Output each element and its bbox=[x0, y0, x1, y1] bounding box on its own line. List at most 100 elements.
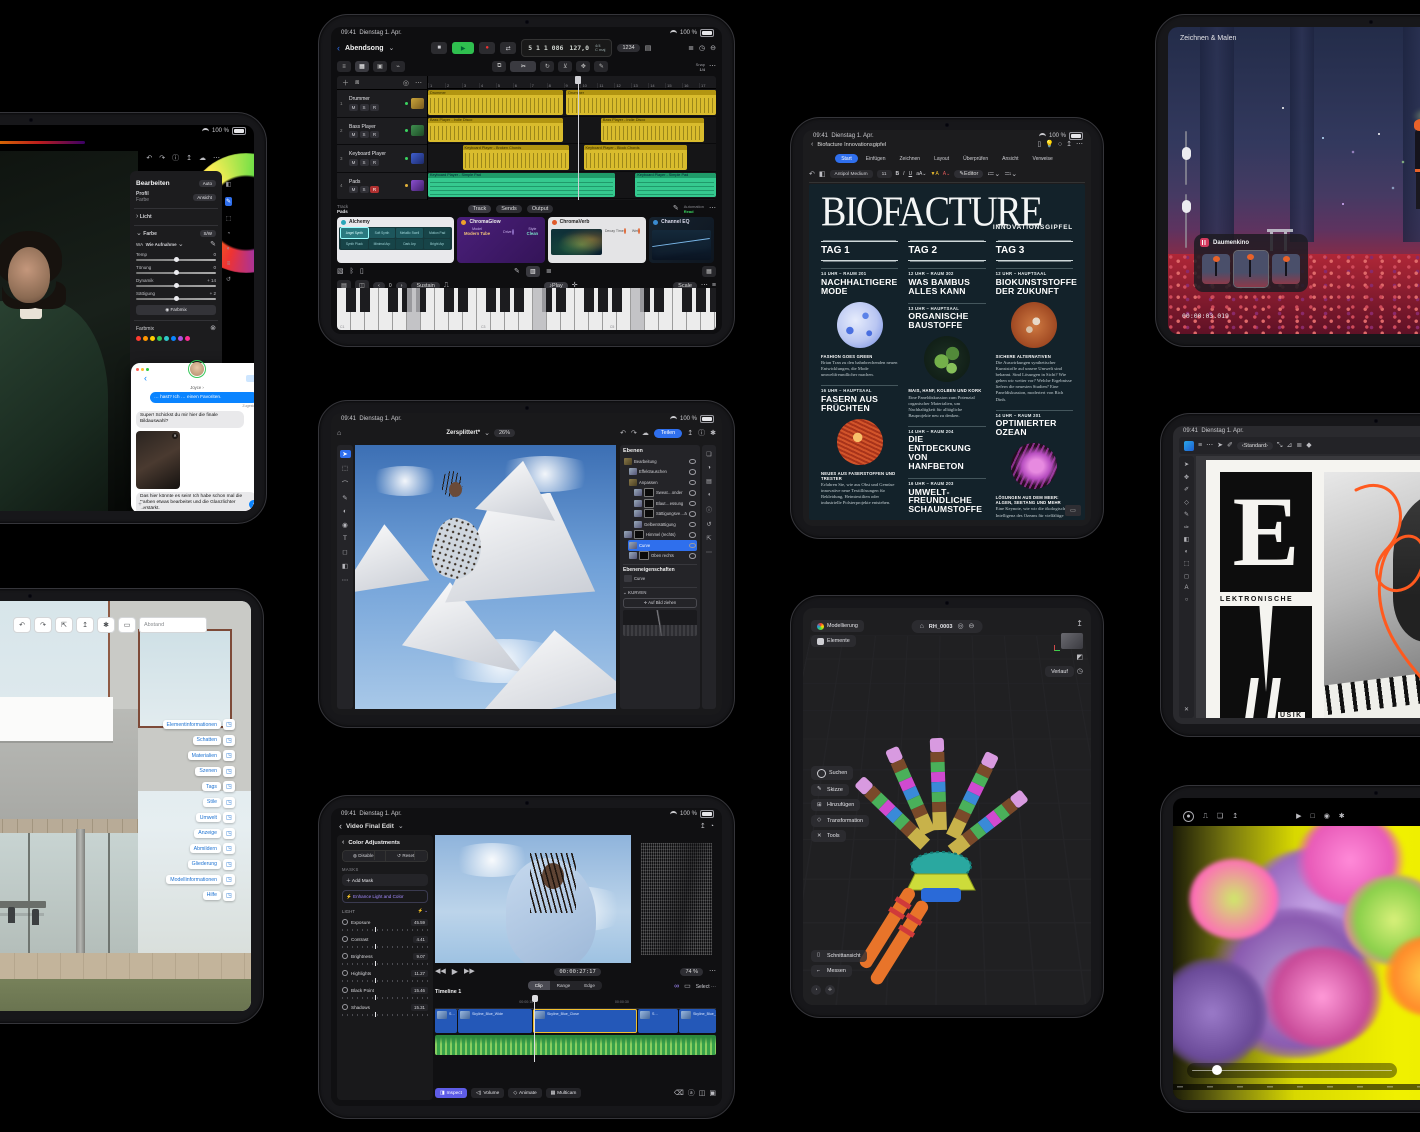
rotate-tool-icon[interactable]: ↻ bbox=[540, 61, 554, 72]
color-dot[interactable] bbox=[185, 336, 190, 341]
move-tool-icon[interactable]: ➤ bbox=[340, 450, 351, 458]
add-mask-button[interactable]: ＋ Add Mask bbox=[342, 874, 428, 886]
timeline-playhead[interactable] bbox=[534, 1000, 535, 1062]
more-icon[interactable]: ⋯ bbox=[415, 79, 422, 87]
eyedropper-icon[interactable]: ✎ bbox=[1184, 511, 1189, 518]
panel-button[interactable]: Modellinformationen ◳ bbox=[166, 874, 235, 885]
slider-track[interactable] bbox=[342, 928, 428, 931]
alchemy-pad[interactable]: Motion Pad bbox=[424, 228, 451, 238]
color-dot[interactable] bbox=[178, 336, 183, 341]
panel-button[interactable]: Umwelt ◳ bbox=[196, 812, 235, 823]
menu-icon[interactable]: ≡ bbox=[1198, 442, 1202, 449]
panel-button-icon[interactable]: ◳ bbox=[223, 750, 235, 761]
bold-button[interactable]: B bbox=[896, 171, 900, 177]
region[interactable]: Keyboard Player - Simple Pad bbox=[635, 173, 716, 198]
slider-track[interactable] bbox=[342, 1013, 428, 1016]
overview-icon[interactable]: ▭ bbox=[684, 983, 691, 990]
solo-button[interactable]: S bbox=[360, 159, 369, 166]
back-icon[interactable]: ‹ bbox=[811, 141, 813, 148]
display-icon[interactable]: ▭ bbox=[118, 617, 136, 633]
slider-track[interactable] bbox=[136, 272, 216, 274]
fill-tool-icon[interactable]: ◧ bbox=[1184, 536, 1190, 543]
shading-icon[interactable]: ◩ bbox=[1076, 654, 1083, 661]
undo-icon[interactable]: ↶ bbox=[620, 430, 626, 437]
home-icon[interactable]: ⌂ bbox=[920, 623, 924, 630]
info-icon[interactable]: ⓘ bbox=[172, 155, 179, 162]
share-icon[interactable]: ↥ bbox=[76, 617, 94, 633]
more-icon[interactable]: ⋯ bbox=[706, 549, 712, 556]
record-enable-button[interactable]: R bbox=[370, 186, 379, 193]
italic-button[interactable]: I bbox=[903, 171, 904, 177]
transform-icon[interactable]: ⤡ bbox=[1277, 442, 1283, 449]
transformation-tool[interactable]: ◇Transformation bbox=[811, 815, 869, 827]
add-track-icon[interactable]: ＋ bbox=[342, 78, 349, 88]
panel-button-icon[interactable]: ◳ bbox=[223, 828, 235, 839]
panel-button[interactable]: Abmildern ◳ bbox=[190, 843, 235, 854]
slider-track[interactable] bbox=[342, 979, 428, 982]
play-button[interactable]: ▶ bbox=[452, 42, 474, 54]
visibility-eye-icon[interactable] bbox=[689, 532, 696, 538]
panel-button-icon[interactable]: ◳ bbox=[223, 766, 235, 777]
properties-item[interactable]: Curve bbox=[623, 573, 697, 584]
slider-track[interactable] bbox=[342, 962, 428, 965]
back-icon[interactable]: ‹ bbox=[337, 44, 340, 53]
editor-button[interactable]: ✎ Editor bbox=[954, 170, 983, 178]
audition-icon[interactable]: ⓐ bbox=[688, 1090, 695, 1097]
color-dot[interactable] bbox=[164, 336, 169, 341]
more-icon[interactable]: ⋯ bbox=[709, 968, 716, 975]
panel-button[interactable]: Elementinformationen ◳ bbox=[163, 719, 235, 730]
presets-icon[interactable]: ◧ bbox=[226, 181, 232, 188]
remove-badge-icon[interactable]: ✕ bbox=[172, 433, 178, 439]
font-size[interactable]: 11 bbox=[877, 170, 892, 178]
snap-setting[interactable]: Snap1/4 bbox=[696, 62, 705, 72]
plugin-power-icon[interactable] bbox=[653, 220, 658, 225]
slider-value[interactable]: 4.41 bbox=[413, 936, 428, 943]
send-button[interactable]: ↑ bbox=[249, 500, 254, 509]
tools-tool[interactable]: ✕Tools bbox=[811, 830, 846, 842]
panel-button-icon[interactable]: ◳ bbox=[223, 843, 235, 854]
undo-icon[interactable]: ↶ bbox=[146, 155, 152, 162]
render-viewport[interactable] bbox=[1173, 826, 1420, 1100]
region[interactable]: Bass Player - Indie Disco bbox=[601, 118, 705, 143]
settings-icon[interactable]: ✱ bbox=[97, 617, 115, 633]
skip-back-icon[interactable]: ◀◀ bbox=[435, 968, 446, 975]
brush-tool-icon[interactable]: ✎ bbox=[342, 494, 347, 502]
adjustment-slider[interactable]: Dynamik+ 14 bbox=[136, 278, 216, 287]
document-page[interactable]: BIOFACTURE INNOVATIONSGIPFEL TAG 1 14 UH… bbox=[809, 184, 1085, 520]
ribbon-tab[interactable]: Überprüfen bbox=[957, 154, 994, 163]
numbering-button[interactable]: ≕⌄ bbox=[1004, 171, 1017, 178]
slider-knob[interactable] bbox=[1182, 147, 1191, 160]
erase-tool-icon[interactable]: ◐ bbox=[1185, 549, 1189, 555]
copy-tool-icon[interactable]: ⧉ bbox=[492, 61, 506, 72]
stop-icon[interactable]: □ bbox=[1310, 813, 1314, 820]
slider-track[interactable] bbox=[136, 298, 216, 300]
animate-button[interactable]: ◇ Animate bbox=[508, 1088, 541, 1098]
track-header[interactable]: 3 Keyboard Player MSR bbox=[337, 145, 427, 173]
orbit-icon[interactable]: ◔ bbox=[811, 985, 821, 995]
lasso-tool-icon[interactable]: ⌒ bbox=[342, 478, 349, 488]
shape-tool-icon[interactable]: ◻ bbox=[342, 548, 347, 556]
suchen-tool[interactable]: Suchen bbox=[811, 766, 853, 780]
adjustment-slider[interactable]: Tönung0 bbox=[136, 265, 216, 274]
color-dot[interactable] bbox=[171, 336, 176, 341]
align-icon[interactable]: ⊿ bbox=[1286, 442, 1292, 449]
target-icon[interactable]: ◎ bbox=[957, 623, 963, 630]
panel-button[interactable]: Szenen ◳ bbox=[195, 766, 235, 777]
adjustment-slider[interactable]: Shadows 15.31 bbox=[342, 1004, 428, 1017]
alchemy-pad[interactable]: Dark Arp bbox=[396, 239, 423, 249]
alchemy-pad[interactable]: Angel Synth bbox=[341, 228, 368, 238]
mute-button[interactable]: M bbox=[349, 131, 358, 138]
pencil-icon[interactable]: ✎ bbox=[673, 205, 679, 212]
comments-icon[interactable]: ◖ bbox=[707, 492, 711, 498]
stop-button[interactable]: ■ bbox=[431, 42, 447, 54]
mode-clip[interactable]: Clip bbox=[528, 981, 550, 990]
redo-icon[interactable]: ↷ bbox=[631, 430, 637, 437]
more-icon[interactable]: ⋯ bbox=[213, 155, 220, 162]
highlight-button[interactable]: ▼A bbox=[931, 171, 939, 177]
font-name[interactable]: Antipol Medium bbox=[830, 170, 873, 178]
more-icon[interactable]: ⋯ bbox=[709, 205, 716, 212]
healing-icon[interactable]: ◔ bbox=[227, 231, 231, 237]
pan-icon[interactable]: ✛ bbox=[825, 985, 835, 995]
visibility-eye-icon[interactable] bbox=[689, 511, 696, 517]
region[interactable]: Keyboard Player - Block Chords bbox=[584, 145, 688, 170]
